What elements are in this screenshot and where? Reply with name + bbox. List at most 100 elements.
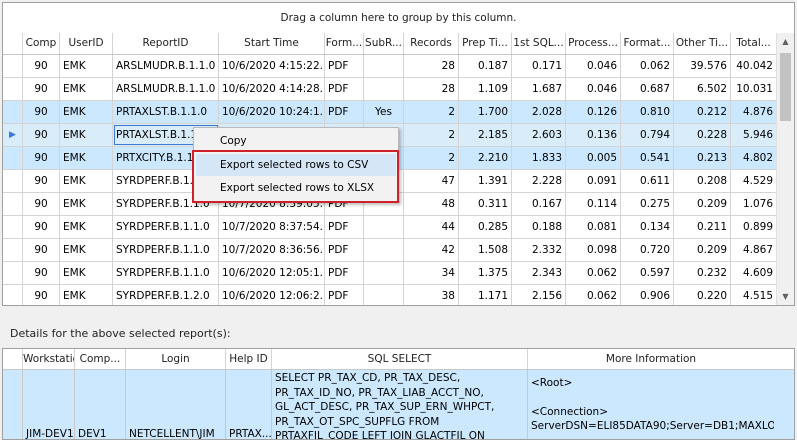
workstation-cell[interactable]: JIM-DEV1 — [23, 370, 75, 439]
more-info-cell[interactable]: <Root> <Connection> ServerDSN=ELI85DATA9… — [528, 370, 774, 439]
cell-start[interactable]: 10/6/2020 4:15:22... — [219, 55, 325, 77]
cell-user[interactable]: EMK — [60, 55, 113, 77]
cell-fmt[interactable]: 0.720 — [621, 239, 674, 261]
cell-records[interactable]: 28 — [404, 78, 459, 100]
cell-fmt[interactable]: 0.597 — [621, 262, 674, 284]
cell-prep[interactable]: 1.391 — [459, 170, 512, 192]
cell-format[interactable]: PDF — [325, 55, 364, 77]
table-row[interactable]: 90 EMK SYRDPERF.B.1.1.0 10/6/2020 12:05:1..… — [3, 262, 794, 285]
cell-process[interactable]: 0.126 — [566, 101, 621, 123]
cell-format[interactable]: PDF — [325, 239, 364, 261]
cell-user[interactable]: EMK — [60, 147, 113, 169]
cell-comp[interactable]: 90 — [23, 124, 60, 146]
table-row[interactable]: 90 EMK ARSLMUDR.B.1.1.0 10/6/2020 4:15:22..… — [3, 55, 794, 78]
cell-sql1[interactable]: 2.156 — [512, 285, 566, 305]
export-xlsx-menu-item[interactable]: Export selected rows to XLSX — [196, 177, 396, 199]
cell-total[interactable]: 4.529 — [731, 170, 777, 192]
cell-subr[interactable] — [364, 262, 404, 284]
cell-sql1[interactable]: 2.332 — [512, 239, 566, 261]
cell-total[interactable]: 1.076 — [731, 193, 777, 215]
cell-process[interactable]: 0.046 — [566, 78, 621, 100]
cell-user[interactable]: EMK — [60, 170, 113, 192]
cell-sql1[interactable]: 2.028 — [512, 101, 566, 123]
cell-sql1[interactable]: 0.171 — [512, 55, 566, 77]
cell-prep[interactable]: 1.171 — [459, 285, 512, 305]
cell-comp[interactable]: 90 — [23, 101, 60, 123]
table-row[interactable]: 90 EMK SYRDPERF.B.1.1.0 10/7/2020 8:36:56..… — [3, 239, 794, 262]
cell-process[interactable]: 0.005 — [566, 147, 621, 169]
cell-records[interactable]: 2 — [404, 147, 459, 169]
cell-sql1[interactable]: 2.603 — [512, 124, 566, 146]
cell-prep[interactable]: 1.700 — [459, 101, 512, 123]
cell-prep[interactable]: 0.285 — [459, 216, 512, 238]
details-row[interactable]: JIM-DEV1 DEV1 NETCELLENT\JIM PRTAX... SE… — [3, 370, 794, 439]
sql-select-cell[interactable]: SELECT PR_TAX_CD, PR_TAX_DESC, PR_TAX_ID… — [272, 370, 528, 439]
cell-subr[interactable] — [364, 239, 404, 261]
cell-comp[interactable]: 90 — [23, 239, 60, 261]
cell-records[interactable]: 47 — [404, 170, 459, 192]
cell-total[interactable]: 0.899 — [731, 216, 777, 238]
cell-other[interactable]: 0.208 — [674, 170, 731, 192]
cell-records[interactable]: 48 — [404, 193, 459, 215]
cell-fmt[interactable]: 0.062 — [621, 55, 674, 77]
details-header-help-id[interactable]: Help ID — [226, 349, 272, 369]
cell-subr[interactable] — [364, 55, 404, 77]
cell-process[interactable]: 0.114 — [566, 193, 621, 215]
cell-report[interactable]: PRTAXLST.B.1.1.0 — [113, 101, 219, 123]
details-header-more-information[interactable]: More Information — [528, 349, 774, 369]
column-header-report[interactable]: ReportID — [113, 33, 219, 54]
table-row[interactable]: 90 EMK SYRDPERF.B.1.2.0 10/6/2020 12:06:2..… — [3, 285, 794, 305]
cell-user[interactable]: EMK — [60, 193, 113, 215]
column-header-sql1[interactable]: 1st SQL... — [512, 33, 566, 54]
cell-user[interactable]: EMK — [60, 216, 113, 238]
cell-process[interactable]: 0.091 — [566, 170, 621, 192]
login-cell[interactable]: NETCELLENT\JIM — [126, 370, 226, 439]
cell-other[interactable]: 39.576 — [674, 55, 731, 77]
cell-comp[interactable]: 90 — [23, 262, 60, 284]
copy-menu-item[interactable]: Copy — [196, 130, 396, 152]
cell-report[interactable]: SYRDPERF.B.1.2.0 — [113, 285, 219, 305]
cell-start[interactable]: 10/6/2020 12:05:1... — [219, 262, 325, 284]
cell-records[interactable]: 42 — [404, 239, 459, 261]
cell-comp[interactable]: 90 — [23, 147, 60, 169]
table-row[interactable]: 90 EMK ARSLMUDR.B.1.1.0 10/6/2020 4:14:28..… — [3, 78, 794, 101]
cell-start[interactable]: 10/6/2020 4:14:28... — [219, 78, 325, 100]
cell-sql1[interactable]: 0.188 — [512, 216, 566, 238]
cell-prep[interactable]: 2.210 — [459, 147, 512, 169]
column-header-subr[interactable]: SubR... — [364, 33, 404, 54]
cell-comp[interactable]: 90 — [23, 170, 60, 192]
cell-records[interactable]: 28 — [404, 55, 459, 77]
cell-format[interactable]: PDF — [325, 216, 364, 238]
cell-sql1[interactable]: 2.343 — [512, 262, 566, 284]
cell-report[interactable]: SYRDPERF.B.1.1.0 — [113, 239, 219, 261]
column-header-prep[interactable]: Prep Ti... — [459, 33, 512, 54]
cell-fmt[interactable]: 0.810 — [621, 101, 674, 123]
cell-comp[interactable]: 90 — [23, 78, 60, 100]
cell-process[interactable]: 0.136 — [566, 124, 621, 146]
column-header-format[interactable]: Form... — [325, 33, 364, 54]
cell-user[interactable]: EMK — [60, 101, 113, 123]
cell-prep[interactable]: 1.375 — [459, 262, 512, 284]
cell-records[interactable]: 34 — [404, 262, 459, 284]
cell-format[interactable]: PDF — [325, 101, 364, 123]
cell-fmt[interactable]: 0.794 — [621, 124, 674, 146]
cell-total[interactable]: 4.867 — [731, 239, 777, 261]
details-grid[interactable]: WorkstationComp...LoginHelp IDSQL SELECT… — [2, 348, 795, 440]
export-csv-menu-item[interactable]: Export selected rows to CSV — [196, 154, 396, 176]
cell-prep[interactable]: 1.508 — [459, 239, 512, 261]
cell-report[interactable]: ARSLMUDR.B.1.1.0 — [113, 55, 219, 77]
cell-process[interactable]: 0.062 — [566, 262, 621, 284]
cell-subr[interactable]: Yes — [364, 101, 404, 123]
cell-report[interactable]: SYRDPERF.B.1.1.0 — [113, 262, 219, 284]
cell-report[interactable]: ARSLMUDR.B.1.1.0 — [113, 78, 219, 100]
cell-subr[interactable] — [364, 285, 404, 305]
cell-start[interactable]: 10/6/2020 12:06:2... — [219, 285, 325, 305]
column-header-records[interactable]: Records — [404, 33, 459, 54]
cell-sql1[interactable]: 1.687 — [512, 78, 566, 100]
column-header-start[interactable]: Start Time — [219, 33, 325, 54]
cell-other[interactable]: 0.220 — [674, 285, 731, 305]
cell-fmt[interactable]: 0.541 — [621, 147, 674, 169]
cell-total[interactable]: 40.042 — [731, 55, 777, 77]
cell-total[interactable]: 5.946 — [731, 124, 777, 146]
column-header-comp[interactable]: Comp — [23, 33, 60, 54]
